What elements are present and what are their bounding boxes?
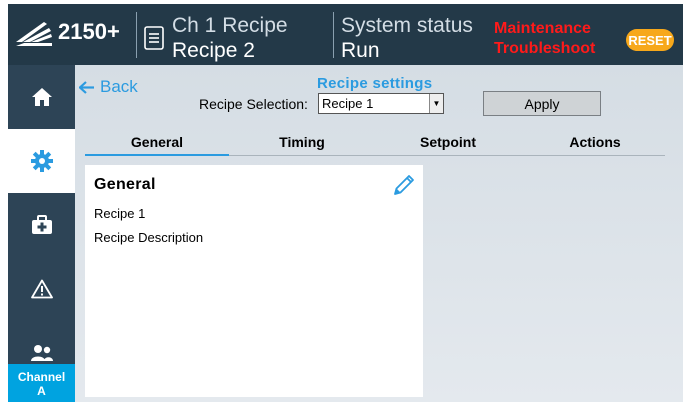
recipe-selection-label: Recipe Selection:	[199, 96, 308, 112]
sidebar-item-settings[interactable]	[8, 129, 75, 193]
header-divider	[136, 12, 137, 58]
alarm-troubleshoot[interactable]: Troubleshoot	[494, 40, 595, 58]
dropdown-arrow-icon[interactable]: ▼	[429, 94, 443, 113]
alarm-maintenance[interactable]: Maintenance	[494, 20, 591, 38]
back-button[interactable]: Back	[79, 77, 138, 97]
first-aid-kit-icon	[31, 215, 52, 234]
sidebar: Channel A	[8, 65, 75, 402]
active-tab-indicator	[85, 154, 229, 156]
brand-logo-icon	[16, 22, 52, 46]
recipe-select[interactable]: Recipe 1 ▼	[318, 93, 444, 114]
status-header-value: Run	[341, 39, 380, 62]
gear-icon	[30, 150, 53, 172]
status-header-label: System status	[341, 14, 473, 37]
sidebar-item-maintenance[interactable]	[8, 193, 75, 257]
header-divider	[333, 12, 334, 58]
page-title: Recipe settings	[317, 75, 433, 92]
back-label: Back	[100, 77, 138, 96]
top-header: 2150+ Ch 1 Recipe Recipe 2 System status…	[8, 4, 683, 65]
tab-general[interactable]: General	[85, 129, 229, 155]
sidebar-item-home[interactable]	[8, 65, 75, 129]
device-frame: 2150+ Ch 1 Recipe Recipe 2 System status…	[0, 0, 691, 407]
users-icon	[30, 345, 53, 361]
recipe-header-label: Ch 1 Recipe	[172, 14, 288, 37]
tab-divider	[229, 155, 665, 156]
apply-button[interactable]: Apply	[483, 91, 601, 116]
recipe-header-value[interactable]: Recipe 2	[172, 39, 255, 63]
tab-setpoint[interactable]: Setpoint	[375, 129, 521, 155]
arrow-left-icon	[79, 80, 94, 94]
model-label: 2150+	[58, 19, 120, 44]
tab-timing[interactable]: Timing	[229, 129, 375, 155]
tab-actions[interactable]: Actions	[521, 129, 669, 155]
recipe-name-value: Recipe 1	[94, 206, 146, 221]
main-content: Back Recipe settings Recipe Selection: R…	[75, 65, 683, 402]
tab-bar: General Timing Setpoint Actions	[75, 129, 683, 156]
channel-value: A	[37, 384, 46, 398]
channel-selector[interactable]: Channel A	[8, 364, 75, 402]
hmi-screen: 2150+ Ch 1 Recipe Recipe 2 System status…	[8, 4, 683, 402]
recipe-select-value: Recipe 1	[322, 96, 374, 111]
recipe-description-value: Recipe Description	[94, 230, 204, 245]
channel-label: Channel	[17, 370, 66, 384]
general-card: General Recipe 1 Recipe Description	[85, 165, 423, 397]
document-icon	[144, 26, 164, 50]
reset-button[interactable]: RESET	[626, 29, 674, 51]
home-icon	[31, 88, 52, 106]
warning-icon	[30, 279, 53, 299]
card-title: General	[94, 176, 156, 193]
sidebar-item-alarms[interactable]	[8, 257, 75, 321]
pencil-edit-icon[interactable]	[390, 173, 416, 199]
